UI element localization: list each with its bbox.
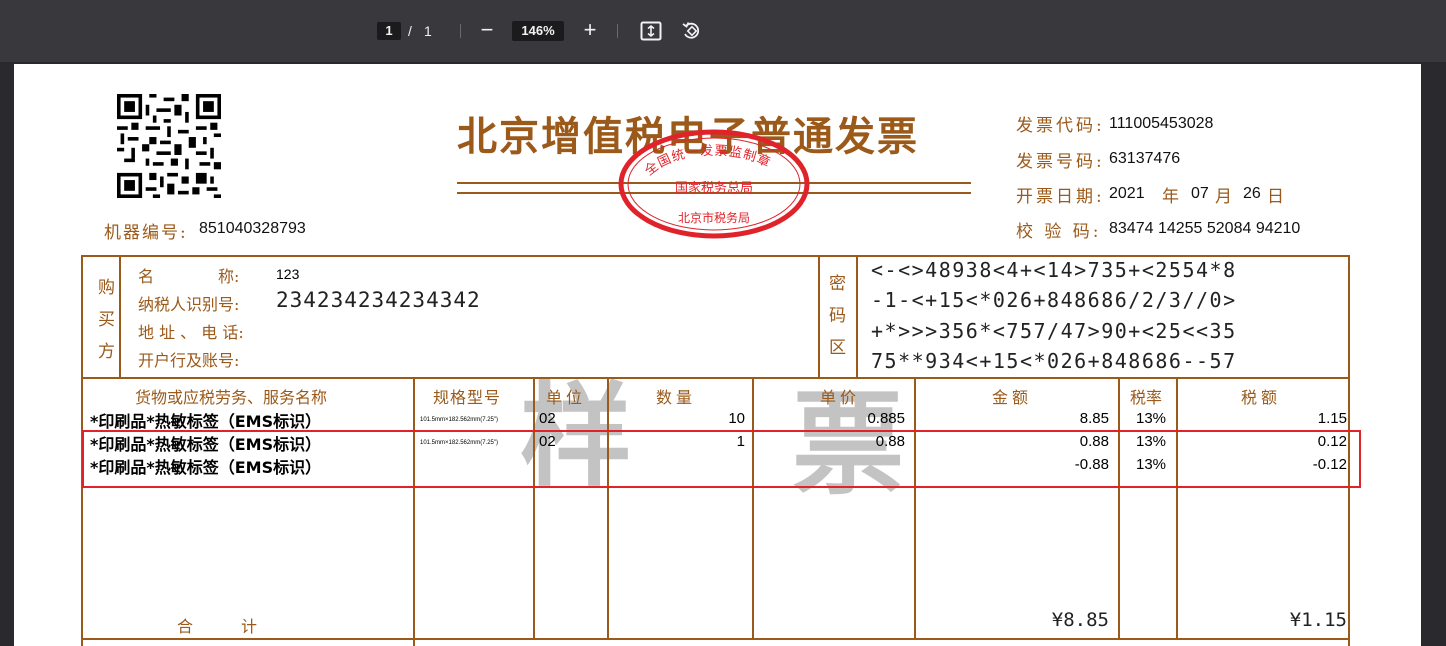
qr-code	[117, 94, 221, 198]
buyer-label-char: 购	[98, 278, 115, 298]
cipher-label-char: 码	[829, 306, 846, 326]
buyer-name: 123	[276, 266, 300, 282]
svg-text:北京市税务局: 北京市税务局	[678, 210, 750, 225]
row-tax-rate: 13%	[1136, 410, 1167, 427]
row-amount: 8.85	[1079, 410, 1109, 427]
invoice-date-year: 2021	[1109, 185, 1145, 202]
row-price: 0.885	[867, 410, 905, 427]
header-tax-rate: 税率	[1130, 388, 1163, 407]
cipher-line: -1-<+15<*026+848686/2/3//0>	[871, 288, 1237, 312]
row-item-name: *印刷品*热敏标签（EMS标识）	[90, 412, 322, 431]
buyer-address-label: 地 址 、 电 话:	[138, 323, 244, 342]
buyer-tax-id-label: 纳税人识别号:	[138, 295, 240, 314]
buyer-tax-id: 234234234234342	[276, 288, 481, 312]
cipher-label-char: 区	[829, 338, 846, 358]
header-tax: 税额	[1241, 388, 1282, 407]
date-month-unit: 月	[1215, 187, 1235, 207]
invoice-code: 111005453028	[1109, 115, 1214, 132]
total-label: 合 计	[177, 617, 258, 636]
check-code-label: 校 验 码:	[1016, 222, 1102, 242]
buyer-section-label: 购 买 方	[98, 272, 118, 368]
machine-no-label: 机器编号:	[104, 223, 188, 243]
buyer-bank-label: 开户行及账号:	[138, 351, 240, 370]
machine-no: 851040328793	[199, 220, 306, 237]
rotate-icon[interactable]	[681, 20, 703, 42]
invoice-page: 北京增值税电子普通发票 全国统一发票监制章 国家税务总局 北京市税务局 发票代码…	[14, 64, 1421, 646]
cipher-line: +*>>>356*<757/47>90+<25<<35	[871, 319, 1237, 343]
header-unit: 单位	[546, 388, 587, 407]
svg-text:全国统一发票监制章: 全国统一发票监制章	[642, 143, 774, 179]
buyer-label-char: 方	[98, 342, 115, 362]
invoice-number-label: 发票号码:	[1016, 152, 1105, 172]
invoice-date-day: 26	[1243, 185, 1261, 202]
buyer-label-char: 买	[98, 310, 115, 330]
fit-page-icon[interactable]	[640, 21, 662, 41]
zoom-in-button[interactable]: +	[579, 18, 601, 42]
row-qty: 10	[728, 410, 745, 427]
header-item-name: 货物或应税劳务、服务名称	[135, 388, 328, 407]
page-number-input[interactable]: 1	[377, 22, 401, 40]
header-price: 单价	[820, 388, 861, 407]
date-year-unit: 年	[1162, 187, 1182, 207]
cipher-line: <-<>48938<4+<14>735+<2554*8	[871, 258, 1237, 282]
buyer-name-label: 名 称:	[138, 267, 240, 286]
cipher-section-label: 密 码 区	[829, 268, 849, 364]
header-amount: 金额	[992, 388, 1033, 407]
total-tax: ¥1.15	[1289, 609, 1347, 631]
page-separator: /	[408, 23, 412, 39]
row-spec: 101.5mm×182.562mm(7.25")	[420, 417, 499, 423]
highlight-rectangle	[82, 430, 1361, 488]
cipher-label-char: 密	[829, 274, 846, 294]
header-qty: 数量	[656, 388, 697, 407]
toolbar-divider	[460, 24, 461, 38]
invoice-number: 63137476	[1109, 150, 1181, 167]
header-spec: 规格型号	[433, 388, 502, 407]
date-day-unit: 日	[1267, 187, 1287, 207]
official-seal: 全国统一发票监制章 国家税务总局 北京市税务局	[618, 129, 810, 239]
zoom-level-input[interactable]: 146%	[512, 21, 564, 41]
invoice-date-label: 开票日期:	[1016, 187, 1105, 207]
zoom-out-button[interactable]: −	[476, 18, 498, 42]
toolbar-divider	[617, 24, 618, 38]
svg-text:国家税务总局: 国家税务总局	[675, 180, 753, 196]
invoice-date-month: 07	[1191, 185, 1209, 202]
invoice-code-label: 发票代码:	[1016, 116, 1105, 136]
check-code: 83474 14255 52084 94210	[1109, 220, 1301, 237]
row-tax: 1.15	[1317, 410, 1347, 427]
page-total: 1	[424, 23, 432, 39]
total-amount: ¥8.85	[1051, 609, 1109, 631]
cipher-line: 75**934<+15<*026+848686--57	[871, 349, 1237, 373]
row-unit: 02	[539, 410, 556, 427]
pdf-toolbar: 1 / 1 − 146% +	[0, 0, 1446, 62]
